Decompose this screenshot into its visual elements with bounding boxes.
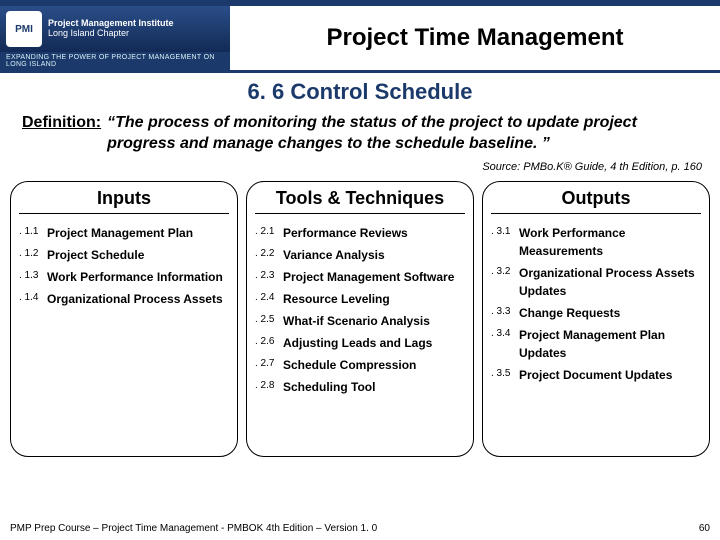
input-item-row: . 1.1 Project Management Plan [19, 224, 229, 242]
page-title: Project Time Management [230, 16, 720, 60]
output-item-label: Project Document Updates [519, 366, 672, 384]
tool-item-row: . 2.3 Project Management Software [255, 268, 465, 286]
tool-item-label: Adjusting Leads and Lags [283, 334, 432, 352]
logo-tagline: EXPANDING THE POWER OF PROJECT MANAGEMEN… [0, 52, 230, 70]
tool-item-num: . 2.6 [255, 334, 277, 349]
output-item-row: . 3.4 Project Management Plan Updates [491, 326, 701, 362]
input-item-row: . 1.2 Project Schedule [19, 246, 229, 264]
output-item-row: . 3.2 Organizational Process Assets Updat… [491, 264, 701, 300]
header: PMI Project Management Institute Long Is… [0, 6, 720, 73]
tool-item-row: . 2.6 Adjusting Leads and Lags [255, 334, 465, 352]
input-item-row: . 1.4 Organizational Process Assets [19, 290, 229, 308]
tool-item-label: Scheduling Tool [283, 378, 375, 396]
output-item-label: Project Management Plan Updates [519, 326, 701, 362]
tool-item-label: Project Management Software [283, 268, 454, 286]
tool-item-num: . 2.8 [255, 378, 277, 393]
input-item-label: Project Schedule [47, 246, 144, 264]
output-item-num: . 3.4 [491, 326, 513, 341]
source-citation: Source: PMBo.K® Guide, 4 th Edition, p. … [0, 155, 720, 177]
output-item-num: . 3.1 [491, 224, 513, 239]
section-title: 6. 6 Control Schedule [0, 79, 720, 105]
footer-text: PMP Prep Course – Project Time Managemen… [10, 523, 377, 534]
output-item-label: Organizational Process Assets Updates [519, 264, 701, 300]
panel-tools: Tools & Techniques . 2.1 Performance Revi… [246, 181, 474, 457]
tool-item-label: Performance Reviews [283, 224, 408, 242]
tool-item-num: . 2.3 [255, 268, 277, 283]
input-item-num: . 1.1 [19, 224, 41, 239]
output-item-row: . 3.1 Work Performance Measurements [491, 224, 701, 260]
tool-item-row: . 2.7 Schedule Compression [255, 356, 465, 374]
panel-outputs: Outputs . 3.1 Work Performance Measuremen… [482, 181, 710, 457]
tool-item-num: . 2.2 [255, 246, 277, 261]
page-number: 60 [699, 523, 710, 534]
tool-item-row: . 2.1 Performance Reviews [255, 224, 465, 242]
tool-item-row: . 2.5 What-if Scenario Analysis [255, 312, 465, 330]
logo-line2: Long Island Chapter [48, 29, 174, 39]
definition-label: Definition: [22, 113, 101, 155]
output-item-label: Change Requests [519, 304, 620, 322]
tool-item-num: . 2.7 [255, 356, 277, 371]
pmi-logo-icon: PMI [6, 11, 42, 47]
footer: PMP Prep Course – Project Time Managemen… [10, 523, 710, 534]
panel-inputs: Inputs . 1.1 Project Management Plan . 1.2… [10, 181, 238, 457]
input-item-num: . 1.2 [19, 246, 41, 261]
tool-item-num: . 2.4 [255, 290, 277, 305]
panel-tools-title: Tools & Techniques [255, 188, 465, 214]
input-item-row: . 1.3 Work Performance Information [19, 268, 229, 286]
tool-item-label: Variance Analysis [283, 246, 385, 264]
tool-item-label: Resource Leveling [283, 290, 390, 308]
output-item-row: . 3.5 Project Document Updates [491, 366, 701, 384]
output-item-label: Work Performance Measurements [519, 224, 701, 260]
output-item-num: . 3.5 [491, 366, 513, 381]
tool-item-label: Schedule Compression [283, 356, 416, 374]
chapter-logo: PMI Project Management Institute Long Is… [0, 6, 230, 52]
panel-inputs-title: Inputs [19, 188, 229, 214]
tool-item-row: . 2.8 Scheduling Tool [255, 378, 465, 396]
input-item-label: Project Management Plan [47, 224, 193, 242]
definition-text: “The process of monitoring the status of… [107, 113, 698, 155]
output-item-num: . 3.2 [491, 264, 513, 279]
tool-item-num: . 2.5 [255, 312, 277, 327]
tool-item-label: What-if Scenario Analysis [283, 312, 430, 330]
definition-block: Definition: “The process of monitoring t… [0, 113, 720, 155]
tool-item-row: . 2.4 Resource Leveling [255, 290, 465, 308]
input-item-label: Work Performance Information [47, 268, 223, 286]
ito-panels: Inputs . 1.1 Project Management Plan . 1.2… [0, 177, 720, 457]
tool-item-row: . 2.2 Variance Analysis [255, 246, 465, 264]
input-item-label: Organizational Process Assets [47, 290, 223, 308]
input-item-num: . 1.4 [19, 290, 41, 305]
output-item-num: . 3.3 [491, 304, 513, 319]
panel-outputs-title: Outputs [491, 188, 701, 214]
output-item-row: . 3.3 Change Requests [491, 304, 701, 322]
input-item-num: . 1.3 [19, 268, 41, 283]
tool-item-num: . 2.1 [255, 224, 277, 239]
